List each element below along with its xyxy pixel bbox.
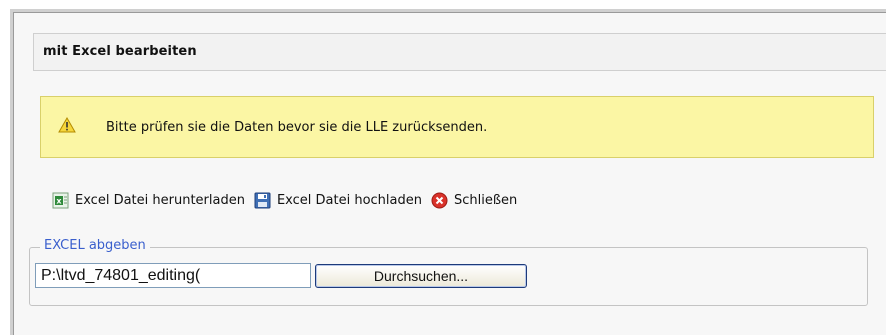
excel-icon: x: [52, 192, 69, 208]
dialog-header: mit Excel bearbeiten: [33, 33, 886, 71]
warning-message: Bitte prüfen sie die Daten bevor sie die…: [106, 120, 488, 135]
upload-excel-label: Excel Datei hochladen: [276, 192, 422, 208]
download-excel-button[interactable]: x Excel Datei herunterladen: [52, 192, 245, 209]
close-label: Schließen: [453, 192, 518, 208]
action-bar: x Excel Datei herunterladen Excel Datei …: [52, 190, 526, 210]
browse-button[interactable]: Durchsuchen...: [315, 264, 527, 288]
close-icon: [431, 192, 448, 208]
dialog-title: mit Excel bearbeiten: [43, 44, 197, 59]
warning-box: Bitte prüfen sie die Daten bevor sie die…: [40, 96, 874, 158]
fieldset-legend: EXCEL abgeben: [40, 238, 150, 253]
svg-text:x: x: [56, 196, 62, 205]
close-button[interactable]: Schließen: [431, 192, 517, 209]
upload-excel-button[interactable]: Excel Datei hochladen: [254, 192, 422, 209]
download-excel-label: Excel Datei herunterladen: [75, 192, 245, 208]
save-disk-icon: [254, 192, 271, 208]
warning-icon: [58, 117, 76, 133]
file-path-input[interactable]: P:\ltvd_74801_editing(: [35, 263, 311, 288]
